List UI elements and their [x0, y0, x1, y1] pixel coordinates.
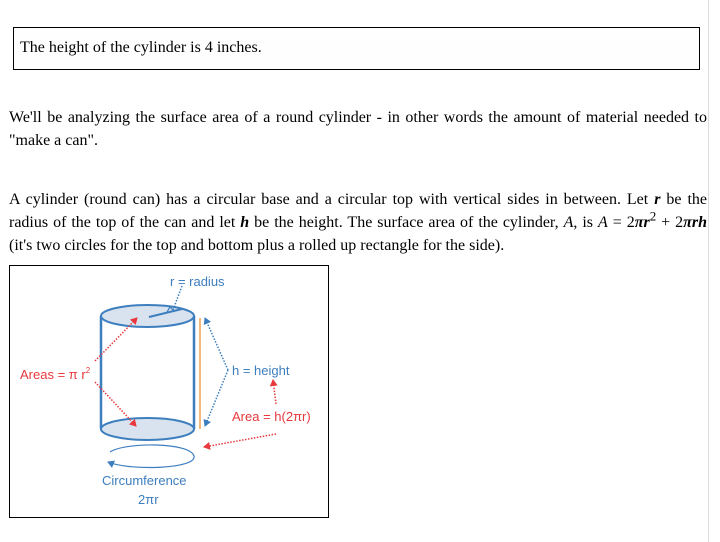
- answer-box: The height of the cylinder is 4 inches.: [13, 27, 700, 70]
- variable-h: h: [240, 214, 250, 231]
- formula-pi-r: πr: [634, 214, 650, 231]
- page-edge-divider: [708, 0, 709, 542]
- explanation-text-3: be the height. The surface area of the c…: [249, 214, 564, 231]
- cylinder-diagram-svg: r = radius h = height Area = h(2πr) Area…: [20, 274, 311, 507]
- height-label: h = height: [232, 363, 290, 378]
- side-area-arrow-up: [269, 379, 278, 405]
- circumference-arrow: [107, 444, 195, 469]
- cylinder-diagram: r = radius h = height Area = h(2πr) Area…: [9, 265, 329, 518]
- explanation-paragraph: A cylinder (round can) has a circular ba…: [9, 188, 707, 257]
- circumference-label: Circumference: [102, 473, 187, 488]
- surface-area-formula: A = 2πr2 + 2πrh: [597, 210, 708, 231]
- formula-pi-r-h: πrh: [683, 214, 708, 231]
- explanation-text-5: (it's two circles for the top and bottom…: [9, 237, 505, 254]
- side-area-arrow-left: [203, 433, 277, 450]
- answer-text: The height of the cylinder is 4 inches.: [20, 39, 262, 56]
- formula-eq: = 2: [607, 214, 635, 231]
- areas-label: Areas = π r2: [20, 366, 91, 382]
- formula-plus: + 2: [656, 214, 684, 231]
- areas-label-exponent: 2: [86, 366, 91, 375]
- radius-leader: [172, 285, 183, 311]
- explanation-text-4: , is: [573, 214, 598, 231]
- radius-label: r = radius: [170, 274, 225, 289]
- intro-paragraph: We'll be analyzing the surface area of a…: [9, 109, 707, 149]
- height-arrow-up: [203, 317, 229, 371]
- cylinder-bottom-ellipse: [100, 417, 195, 441]
- variable-A: A: [563, 214, 574, 231]
- circumference-formula: 2πr: [138, 492, 159, 507]
- side-area-label: Area = h(2πr): [232, 409, 311, 424]
- formula-lhs: A: [597, 214, 608, 231]
- cylinder-top-ellipse: [100, 304, 195, 328]
- areas-label-text: Areas = π r: [20, 367, 86, 382]
- explanation-text-1: A cylinder (round can) has a circular ba…: [9, 191, 655, 208]
- height-arrow-down: [203, 369, 229, 427]
